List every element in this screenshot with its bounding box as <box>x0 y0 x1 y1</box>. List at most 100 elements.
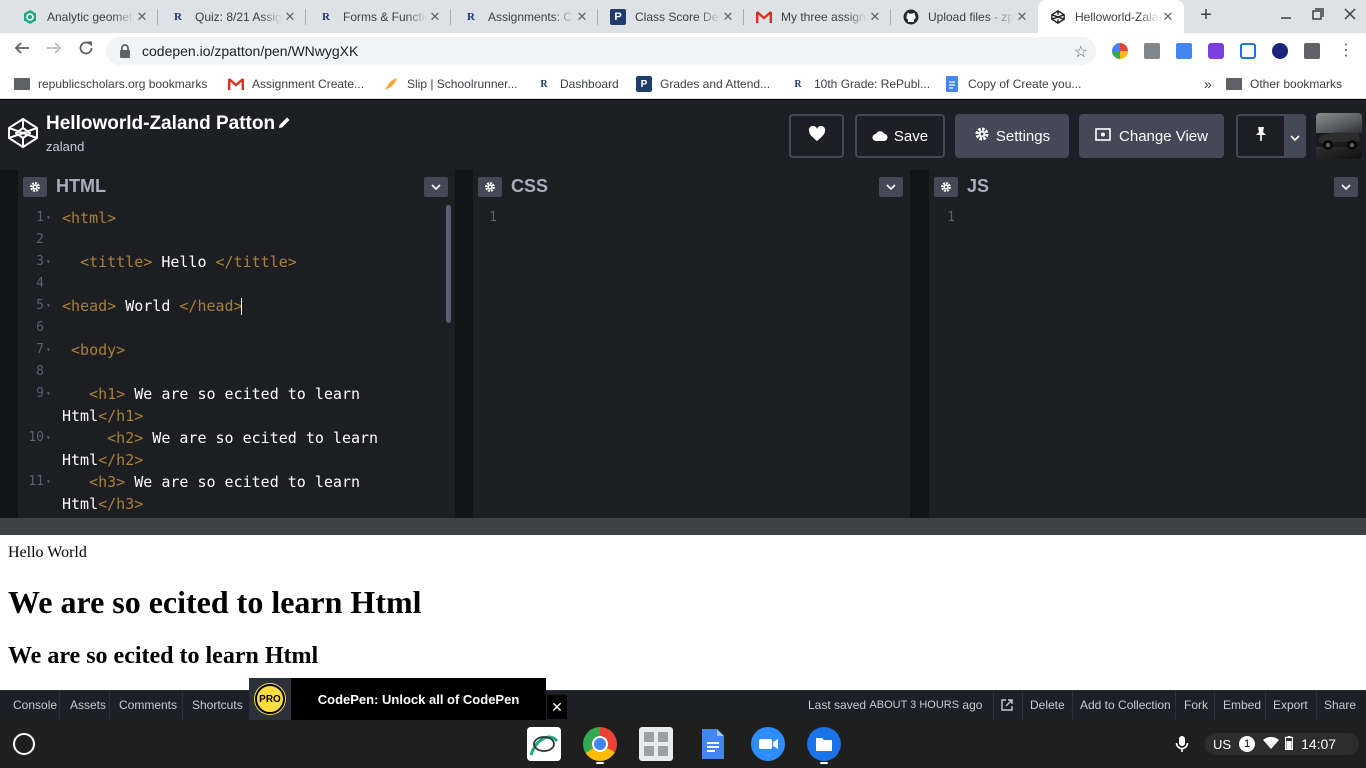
address-bar[interactable]: codepen.io/zpatton/pen/WNwygXK ☆ <box>106 37 1096 65</box>
pin-button[interactable] <box>1236 114 1284 158</box>
pencil-edit-icon[interactable] <box>277 116 293 132</box>
bookmarks-overflow-button[interactable]: » <box>1204 75 1212 93</box>
pen-author[interactable]: zaland <box>46 139 84 154</box>
css-editor-pane[interactable] <box>473 170 910 518</box>
assets-button[interactable]: Assets <box>70 690 106 720</box>
k-extension-icon[interactable] <box>1272 43 1288 59</box>
pin-dropdown-button[interactable] <box>1284 114 1306 158</box>
share-button[interactable]: Share <box>1324 690 1356 720</box>
bookmark-dashboard[interactable]: R Dashboard <box>536 75 618 93</box>
embed-button[interactable]: Embed <box>1223 690 1261 720</box>
bookmark-grades-attendance[interactable]: P Grades and Attend... <box>636 75 770 93</box>
puzzle-app-extension-icon[interactable] <box>1208 43 1224 59</box>
bookmark-schoolrunner[interactable]: Slip | Schoolrunner... <box>383 75 518 93</box>
extensions-puzzle-icon[interactable] <box>1304 43 1320 59</box>
fold-chevron-icon[interactable]: ▾ <box>46 427 51 449</box>
fold-chevron-icon[interactable]: ▾ <box>46 383 51 405</box>
reload-icon[interactable] <box>75 40 97 62</box>
close-tab-icon[interactable]: ✕ <box>1160 9 1176 25</box>
preview-resize-handle[interactable] <box>0 518 1366 535</box>
codepen-logo-icon[interactable] <box>7 117 39 154</box>
js-editor-pane[interactable] <box>929 170 1366 518</box>
html-settings-gear-icon[interactable] <box>23 177 47 197</box>
bookmark-copy-of-create[interactable]: Copy of Create you... <box>944 75 1081 93</box>
tab-quiz[interactable]: R Quiz: 8/21 Assignment ✕ <box>158 0 306 33</box>
tab-helloworld-active[interactable]: Helloworld-Zaland ✕ <box>1038 0 1184 33</box>
close-tab-icon[interactable]: ✕ <box>867 9 883 25</box>
color-picker-extension-icon[interactable] <box>1112 43 1128 59</box>
settings-label: Settings <box>995 127 1051 145</box>
delete-button[interactable]: Delete <box>1030 690 1065 720</box>
shield-extension-icon[interactable] <box>1240 43 1256 59</box>
other-bookmarks[interactable]: Other bookmarks <box>1226 75 1342 93</box>
zoom-app-icon[interactable] <box>751 727 785 761</box>
docs-app-icon[interactable] <box>695 727 729 761</box>
bookmark-assignment-create[interactable]: Assignment Create... <box>228 75 364 93</box>
bookmark-label: republicscholars.org bookmarks <box>38 77 208 91</box>
extension-icon[interactable] <box>1144 43 1160 59</box>
status-tray[interactable]: US 1 14:07 <box>1205 733 1359 755</box>
bookmark-star-icon[interactable]: ☆ <box>1074 42 1088 62</box>
save-button[interactable]: Save <box>855 114 945 158</box>
close-tab-icon[interactable]: ✕ <box>574 9 590 25</box>
microphone-icon[interactable] <box>1175 733 1189 755</box>
translate-extension-icon[interactable] <box>1176 43 1192 59</box>
shortcuts-button[interactable]: Shortcuts <box>192 690 243 720</box>
tab-my-three-assignments[interactable]: My three assignments ✕ <box>744 0 891 33</box>
close-tab-icon[interactable]: ✕ <box>720 9 736 25</box>
calculator-app-icon[interactable] <box>639 727 673 761</box>
fold-chevron-icon[interactable]: ▾ <box>46 207 51 229</box>
close-toast-icon[interactable]: ✕ <box>547 695 567 719</box>
console-button[interactable]: Console <box>13 690 57 720</box>
js-pane-chevron-down-icon[interactable] <box>1334 177 1358 197</box>
tab-forms-functions[interactable]: R Forms & Functions ✕ <box>306 0 451 33</box>
tab-analytic-geometry[interactable]: Analytic geometry ✕ <box>10 0 158 33</box>
tab-upload-files[interactable]: Upload files · zpatton ✕ <box>891 0 1038 33</box>
bookmark-10th-grade[interactable]: R 10th Grade: RePubl... <box>790 75 930 93</box>
user-avatar[interactable] <box>1316 113 1362 159</box>
fork-button[interactable]: Fork <box>1184 690 1208 720</box>
add-to-collection-button[interactable]: Add to Collection <box>1080 690 1171 720</box>
launcher-icon[interactable] <box>13 733 35 755</box>
export-button[interactable]: Export <box>1273 690 1308 720</box>
last-saved-status: Last saved ABOUT 3 HOURS ago <box>808 690 982 720</box>
pro-toast-text: CodePen: Unlock all of CodePen <box>317 691 520 707</box>
html-pane-chevron-down-icon[interactable] <box>424 177 448 197</box>
css-pane-chevron-down-icon[interactable] <box>879 177 903 197</box>
change-view-button[interactable]: Change View <box>1079 114 1224 158</box>
fold-chevron-icon[interactable]: ▾ <box>46 251 51 273</box>
tab-class-score[interactable]: P Class Score Details ✕ <box>598 0 744 33</box>
pro-upsell-toast[interactable]: PRO CodePen: Unlock all of CodePen <box>249 678 546 720</box>
js-settings-gear-icon[interactable] <box>934 177 958 197</box>
close-tab-icon[interactable]: ✕ <box>427 9 443 25</box>
close-window-icon[interactable] <box>1339 6 1361 26</box>
open-external-icon[interactable] <box>1001 690 1013 720</box>
tab-title: Upload files · zpatton <box>928 9 1014 24</box>
like-button[interactable] <box>789 114 844 158</box>
footer-divider <box>1072 690 1073 720</box>
tab-assignments[interactable]: R Assignments: C ✕ <box>451 0 598 33</box>
css-settings-gear-icon[interactable] <box>478 177 502 197</box>
chrome-app-icon[interactable] <box>583 727 617 761</box>
files-app-icon[interactable] <box>807 727 841 761</box>
close-tab-icon[interactable]: ✕ <box>134 9 150 25</box>
new-tab-button[interactable]: + <box>1194 4 1218 28</box>
html-line-number: 2 <box>36 232 44 247</box>
close-tab-icon[interactable]: ✕ <box>282 9 298 25</box>
pen-title[interactable]: Helloworld-Zaland Patton <box>46 113 275 135</box>
chrome-menu-icon[interactable]: ⋮ <box>1338 42 1354 60</box>
tab-title: Assignments: C <box>488 9 573 24</box>
fold-chevron-icon[interactable]: ▾ <box>46 339 51 361</box>
close-tab-icon[interactable]: ✕ <box>1014 9 1030 25</box>
fold-chevron-icon[interactable]: ▾ <box>46 471 51 493</box>
bookmark-folder-republicscholars[interactable]: republicscholars.org bookmarks <box>14 75 207 93</box>
geogebra-app-icon[interactable] <box>527 727 561 761</box>
minimize-icon[interactable] <box>1275 6 1297 26</box>
settings-button[interactable]: Settings <box>955 114 1069 158</box>
back-icon[interactable] <box>11 40 33 62</box>
comments-button[interactable]: Comments <box>119 690 177 720</box>
restore-icon[interactable] <box>1307 6 1329 26</box>
forward-icon[interactable] <box>43 40 65 62</box>
fold-chevron-icon[interactable]: ▾ <box>46 295 51 317</box>
html-editor-scrollbar[interactable] <box>446 205 451 323</box>
